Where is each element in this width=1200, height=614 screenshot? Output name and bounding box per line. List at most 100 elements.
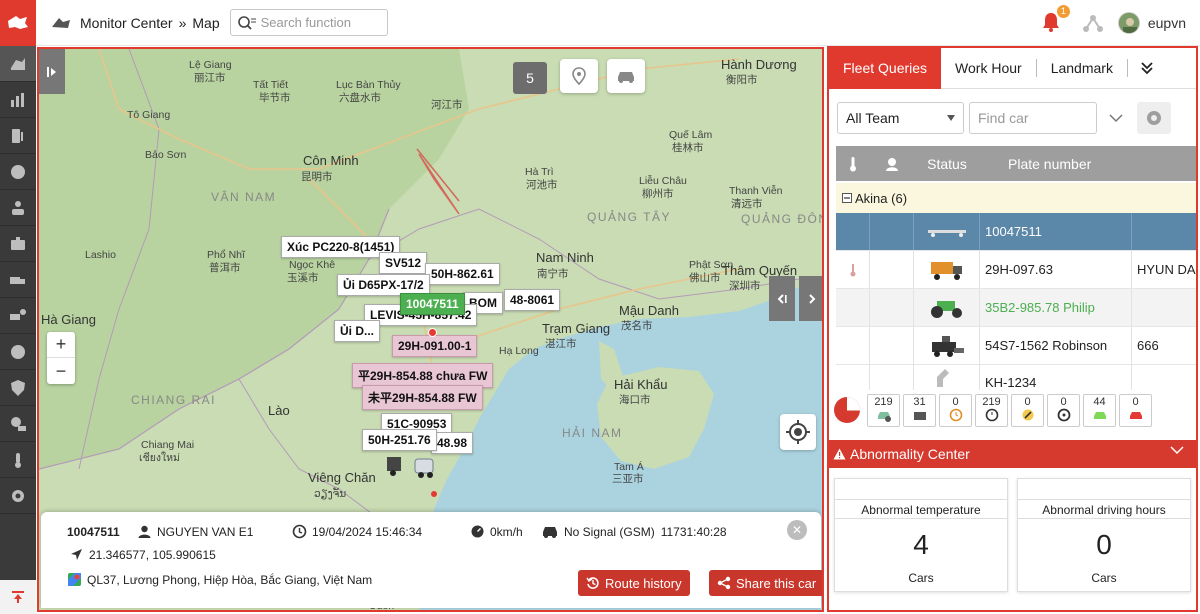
username[interactable]: eupvn <box>1148 15 1186 31</box>
info-address-row: QL37, Lương Phong, Hiệp Hòa, Bắc Giang, … <box>67 572 372 587</box>
sidebar-item-settings[interactable] <box>0 478 36 514</box>
fleet-settings-button[interactable] <box>1137 102 1171 134</box>
place-label: Hành Dương <box>721 57 797 72</box>
team-select[interactable]: All Team <box>837 102 964 134</box>
sidebar-item-driving[interactable] <box>0 334 36 370</box>
vehicle-toggle-button[interactable] <box>607 59 645 93</box>
col-driver[interactable] <box>870 156 914 172</box>
card-value: 0 <box>1096 529 1112 560</box>
steering-wheel-icon <box>11 344 25 359</box>
car-row[interactable]: 54S7-1562 Robinson 666 <box>836 327 1196 365</box>
place-label: 昆明市 <box>301 171 333 183</box>
vehicle-cluster-count[interactable]: 5 <box>513 62 547 94</box>
sidebar-item-expenses[interactable] <box>0 154 36 190</box>
chevron-down-icon[interactable] <box>1109 113 1123 123</box>
thermometer-small-icon <box>850 263 855 276</box>
speedometer-icon <box>471 525 484 538</box>
find-car-input[interactable] <box>969 102 1097 134</box>
sidebar-item-dispatch[interactable] <box>0 262 36 298</box>
app-logo[interactable] <box>0 0 36 46</box>
route-history-button[interactable]: Route history <box>578 570 690 596</box>
pie-chart-icon[interactable] <box>831 394 863 426</box>
col-status[interactable]: Status <box>914 156 980 172</box>
vehicle-marker-label-selected[interactable]: 10047511 <box>400 293 465 315</box>
money-icon <box>11 164 25 179</box>
abnormal-temperature-card[interactable]: Abnormal temperature 4 Cars <box>834 478 1008 592</box>
avatar-image <box>1118 13 1139 33</box>
user-avatar[interactable] <box>1117 12 1140 34</box>
info-speed: 0km/h <box>490 524 523 539</box>
stat-driving-time[interactable]: 0 <box>1047 393 1080 427</box>
breadcrumb-page: Map <box>192 14 220 31</box>
search-input[interactable] <box>260 15 381 30</box>
place-label: 衡阳市 <box>726 74 758 86</box>
map-view[interactable]: Hành Dương 衡阳市 Lệ Giang 丽江市 Tất Tiết 毕节市… <box>37 47 824 612</box>
sidebar-item-maintenance[interactable] <box>0 298 36 334</box>
info-signal-row: No Signal (GSM) 11731:40:28 <box>541 524 727 539</box>
place-label: ວຽງຈັນ <box>314 488 347 500</box>
abnormal-driving-hours-card[interactable]: Abnormal driving hours 0 Cars <box>1017 478 1191 592</box>
network-icon[interactable] <box>1082 13 1104 33</box>
vehicle-truck-icons[interactable] <box>385 451 439 483</box>
info-speed-row: 0km/h <box>470 524 523 539</box>
stat-online[interactable]: 44 <box>1083 393 1116 427</box>
google-maps-icon[interactable] <box>67 572 82 587</box>
selected-vehicle-dot[interactable] <box>428 328 437 337</box>
double-chevron-down-icon <box>1141 62 1153 75</box>
vehicle-marker-label[interactable]: SV512 <box>379 252 428 274</box>
tabs-more-button[interactable] <box>1128 48 1166 89</box>
sidebar-item-map[interactable] <box>0 46 36 82</box>
map-nav-left-button[interactable] <box>769 276 795 321</box>
car-plate: 29H-097.63 <box>980 251 1132 288</box>
stat-total[interactable]: 219 <box>867 393 900 427</box>
stat-running[interactable]: 219 <box>975 393 1008 427</box>
notification-button[interactable]: 1 <box>1040 4 1070 36</box>
car-temp-cell <box>836 213 870 250</box>
car-row[interactable]: 35B2-985.78 Philip <box>836 289 1196 327</box>
share-car-button[interactable]: Share this car <box>709 570 822 596</box>
car-row[interactable]: KH-1234 <box>836 365 1196 390</box>
car-row[interactable]: 10047511 <box>836 213 1196 251</box>
collapse-panel-button[interactable] <box>39 49 65 94</box>
car-status-cell <box>914 289 980 326</box>
car-driver-cell <box>870 251 914 288</box>
sidebar-item-fuel[interactable] <box>0 118 36 154</box>
vehicle-marker-label[interactable]: 50H-862.61 <box>425 263 500 285</box>
sidebar-item-users[interactable] <box>0 190 36 226</box>
clock-truck-icon <box>11 416 26 431</box>
tab-landmark[interactable]: Landmark <box>1037 48 1127 89</box>
team-group-row[interactable]: Akina (6) <box>836 183 1196 213</box>
tab-work-hour[interactable]: Work Hour <box>941 48 1036 89</box>
place-label: Côn Minh <box>303 153 359 168</box>
stat-alarm[interactable]: 0 <box>1119 393 1152 427</box>
trailer-truck-icon <box>927 229 966 237</box>
vehicle-marker-label[interactable]: 未平29H-854.88 FW <box>362 385 483 410</box>
place-label: Lashio <box>85 249 116 261</box>
sidebar-item-safety[interactable] <box>0 370 36 406</box>
abnormality-center-header[interactable]: Abnormality Center <box>829 440 1196 468</box>
sidebar-item-jobs[interactable] <box>0 226 36 262</box>
vehicle-marker-label[interactable]: 29H-091.00-1 <box>392 335 478 357</box>
landmark-toggle-button[interactable] <box>560 59 598 93</box>
stat-maintenance[interactable]: 0 <box>1011 393 1044 427</box>
stat-idle[interactable]: 0 <box>939 393 972 427</box>
stat-no-signal[interactable]: 31 <box>903 393 936 427</box>
vehicle-marker-label[interactable]: Ủi D... <box>334 320 381 342</box>
sidebar-item-history[interactable] <box>0 406 36 442</box>
close-info-button[interactable]: ✕ <box>787 520 807 540</box>
my-location-button[interactable] <box>780 414 816 450</box>
vehicle-marker-label[interactable]: 48-8061 <box>504 289 561 311</box>
zoom-out-button[interactable]: − <box>47 358 75 384</box>
tab-fleet-queries[interactable]: Fleet Queries <box>829 47 942 89</box>
gear-icon <box>12 489 24 502</box>
col-temperature[interactable] <box>836 156 870 172</box>
zoom-in-button[interactable]: + <box>47 332 75 358</box>
sidebar-bottom-button[interactable] <box>0 580 36 614</box>
sidebar-item-temperature[interactable] <box>0 442 36 478</box>
map-nav-right-button[interactable] <box>799 276 822 321</box>
car-row[interactable]: 29H-097.63 HYUN DAI <box>836 251 1196 289</box>
vehicle-marker-label[interactable]: 50H-251.76 <box>362 429 437 451</box>
breadcrumb-section[interactable]: Monitor Center <box>80 15 173 31</box>
col-plate[interactable]: Plate number <box>980 156 1132 172</box>
sidebar-item-reports[interactable] <box>0 82 36 118</box>
